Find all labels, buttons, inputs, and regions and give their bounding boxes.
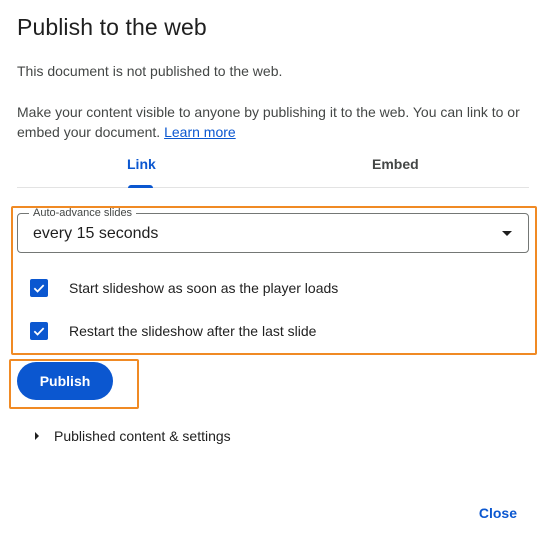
tab-bar: Link Embed [17,148,529,188]
expand-arrow-icon [35,432,39,440]
tab-link[interactable]: Link [127,156,156,172]
learn-more-link[interactable]: Learn more [164,124,236,140]
dialog-description: Make your content visible to anyone by p… [17,102,532,142]
description-text: Make your content visible to anyone by p… [17,104,520,140]
published-settings-expander[interactable]: Published content & settings [35,428,231,444]
publish-status: This document is not published to the we… [17,63,283,79]
highlight-box-options [11,206,537,355]
highlight-box-publish [9,359,139,409]
close-button[interactable]: Close [479,505,517,521]
dialog-title: Publish to the web [17,14,207,40]
tab-selected-indicator [128,185,153,188]
tab-embed[interactable]: Embed [372,156,419,172]
published-settings-label: Published content & settings [54,428,231,444]
